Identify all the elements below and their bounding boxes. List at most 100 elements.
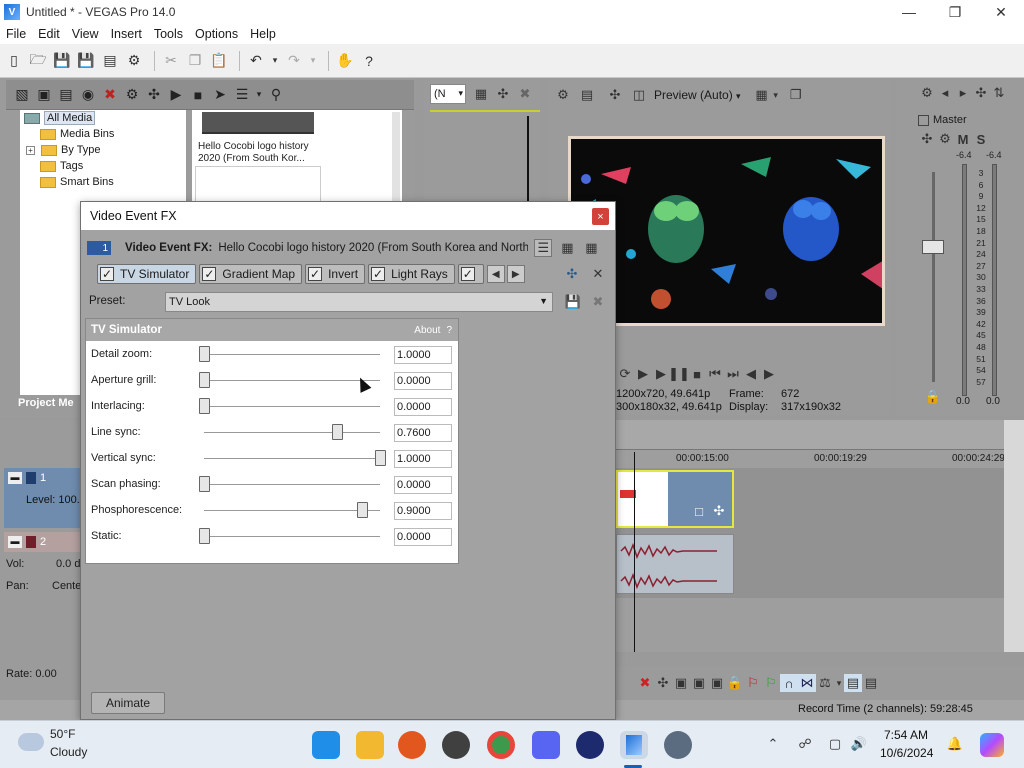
file-explorer-icon[interactable] xyxy=(356,731,384,759)
volume-speaker-icon[interactable]: 🔊 xyxy=(850,735,868,753)
video-track-header[interactable]: ▬ 1 Level: 100. xyxy=(4,468,84,528)
go-to-end-icon[interactable]: ⏭ xyxy=(724,365,742,383)
vegas-pro-taskbar-icon[interactable] xyxy=(620,731,648,759)
settings-gear-taskbar-icon[interactable] xyxy=(664,731,692,759)
about-link[interactable]: About xyxy=(414,325,440,336)
remove-icon[interactable]: ✖ xyxy=(100,85,120,105)
network-offline-icon[interactable]: ☍ xyxy=(796,735,814,753)
tree-item-smart-bins[interactable]: Smart Bins xyxy=(20,174,186,190)
param-value-field[interactable]: 0.9000 xyxy=(394,502,452,520)
trim-start-icon[interactable]: ▣ xyxy=(672,674,690,692)
preset-dropdown[interactable]: TV Look ▼ xyxy=(165,292,553,312)
go-to-start-icon[interactable]: ⏮ xyxy=(706,365,724,383)
downmix-icon[interactable]: ◂ xyxy=(936,84,954,102)
animate-button[interactable]: Animate xyxy=(91,692,165,714)
param-value-field[interactable]: 0.0000 xyxy=(394,476,452,494)
chrome-icon[interactable] xyxy=(487,731,515,759)
save-preset-icon[interactable]: 💾 xyxy=(564,293,582,311)
region-icon[interactable]: ⚐ xyxy=(762,674,780,692)
weather-temp[interactable]: 50°F xyxy=(50,727,75,741)
trimmer-tool-icon[interactable]: ▦ xyxy=(472,85,490,103)
timeline-ruler[interactable] xyxy=(614,420,1010,450)
trimmer-close-icon[interactable]: ✖ xyxy=(516,85,534,103)
master-fader-handle[interactable] xyxy=(922,240,944,254)
clock-date[interactable]: 10/6/2024 xyxy=(880,746,933,760)
timeline-vertical-scrollbar[interactable] xyxy=(1004,420,1024,652)
fx-chain-invert[interactable]: ✓ Invert xyxy=(305,264,366,284)
master-fx-gear-icon[interactable]: ⚙ xyxy=(918,84,936,102)
fx-chain-tv-simulator[interactable]: ✓ TV Simulator xyxy=(97,264,197,284)
search-icon[interactable]: ⚲ xyxy=(266,85,286,105)
ripple-edit-icon[interactable]: ⚖ xyxy=(816,674,834,692)
overlays-dropdown-icon[interactable]: ▾ xyxy=(771,86,781,104)
more-fx-checkbox[interactable]: ✓ xyxy=(460,267,475,281)
view-list-icon[interactable]: ☰ xyxy=(534,239,553,257)
param-slider-thumb[interactable] xyxy=(198,346,210,362)
audio-track-header[interactable]: ▬ 2 xyxy=(4,532,84,552)
properties-gear-icon[interactable]: ⚙ xyxy=(124,51,144,71)
menu-options[interactable]: Options xyxy=(189,27,244,41)
event-pan-crop-icon[interactable]: □ xyxy=(690,502,708,520)
menu-insert[interactable]: Insert xyxy=(105,27,148,41)
remove-plugin-icon[interactable]: ✕ xyxy=(589,265,607,283)
next-frame-icon[interactable]: ▶ xyxy=(760,365,778,383)
redo-dropdown-icon[interactable]: ▾ xyxy=(308,51,318,71)
ranges-icon[interactable]: ⇅ xyxy=(990,84,1008,102)
stop-preview-icon[interactable]: ■ xyxy=(188,85,208,105)
meter-options-icon[interactable]: ✣ xyxy=(972,84,990,102)
media-app-icon[interactable] xyxy=(576,731,604,759)
dim-output-icon[interactable]: ▸ xyxy=(954,84,972,102)
tree-item-by-type[interactable]: + By Type xyxy=(20,142,186,158)
param-slider-track[interactable] xyxy=(204,432,380,433)
media-fx-icon[interactable]: ⚙ xyxy=(122,85,142,105)
close-window-button[interactable]: ✕ xyxy=(978,0,1024,24)
paste-icon[interactable]: 📋 xyxy=(209,51,229,71)
delete-icon[interactable]: ✖ xyxy=(636,674,654,692)
media-generator-icon[interactable]: ✣ xyxy=(144,85,164,105)
menu-edit[interactable]: Edit xyxy=(32,27,66,41)
notification-bell-icon[interactable]: 🔔 xyxy=(946,735,964,753)
param-slider-track[interactable] xyxy=(204,484,380,485)
get-media-icon[interactable]: ▤ xyxy=(56,85,76,105)
whats-this-help-icon[interactable]: ? xyxy=(359,51,379,71)
trim-end-icon[interactable]: ▣ xyxy=(690,674,708,692)
param-value-field[interactable]: 1.0000 xyxy=(394,346,452,364)
menu-tools[interactable]: Tools xyxy=(148,27,189,41)
import-media-icon[interactable]: ▧ xyxy=(12,85,32,105)
param-slider-thumb[interactable] xyxy=(374,450,386,466)
redo-icon[interactable]: ↷ xyxy=(284,51,304,71)
stop-icon[interactable]: ■ xyxy=(688,365,706,383)
external-monitor-icon[interactable]: ▤ xyxy=(578,86,596,104)
preview-quality-dropdown[interactable]: Preview (Auto) ▾ xyxy=(654,88,741,102)
auto-preview-icon[interactable]: ➤ xyxy=(210,85,230,105)
obs-studio-icon[interactable] xyxy=(442,731,470,759)
fx-chain-gradient-map[interactable]: ✓ Gradient Map xyxy=(199,264,303,284)
show-hidden-icons-chevron-icon[interactable]: ⌃ xyxy=(764,735,782,753)
view-detail-icon[interactable]: ▦ xyxy=(558,239,576,257)
new-file-icon[interactable]: ▯ xyxy=(4,51,24,71)
restore-button[interactable]: ❐ xyxy=(932,0,978,24)
param-value-field[interactable]: 0.0000 xyxy=(394,398,452,416)
gradient-map-checkbox[interactable]: ✓ xyxy=(202,267,217,281)
param-value-field[interactable]: 0.0000 xyxy=(394,528,452,546)
copy-snapshot-icon[interactable]: ❐ xyxy=(787,86,805,104)
copilot-icon[interactable] xyxy=(980,733,1004,757)
pause-icon[interactable]: ❚❚ xyxy=(668,365,690,383)
preview-fx-icon[interactable]: ◫ xyxy=(630,86,648,104)
trim-icon[interactable]: ✣ xyxy=(654,674,672,692)
cloud-weather-icon[interactable] xyxy=(18,733,44,751)
tree-item-tags[interactable]: Tags xyxy=(20,158,186,174)
save-as-icon[interactable]: 💾 xyxy=(76,51,96,71)
invert-checkbox[interactable]: ✓ xyxy=(308,267,323,281)
param-slider-thumb[interactable] xyxy=(332,424,344,440)
param-slider-thumb[interactable] xyxy=(198,476,210,492)
undo-dropdown-icon[interactable]: ▾ xyxy=(270,51,280,71)
loop-icon[interactable]: ⟳ xyxy=(616,365,634,383)
menu-file[interactable]: File xyxy=(0,27,32,41)
preview-settings-gear-icon[interactable]: ⚙ xyxy=(554,86,572,104)
mute-button[interactable]: M xyxy=(954,130,972,148)
master-fx-icon[interactable]: ⚙ xyxy=(936,130,954,148)
help-link[interactable]: ? xyxy=(446,325,452,336)
tree-item-all-media[interactable]: All Media xyxy=(20,110,186,126)
tree-item-media-bins[interactable]: Media Bins xyxy=(20,126,186,142)
